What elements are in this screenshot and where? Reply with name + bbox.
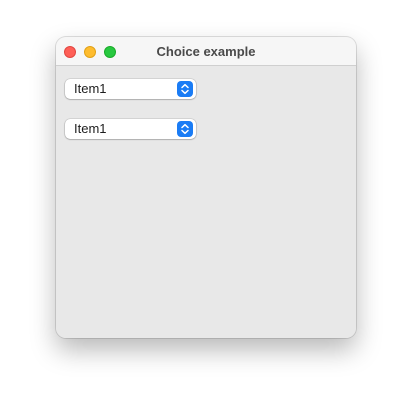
desktop-background: Choice example Item1 Item1: [0, 0, 412, 412]
window-title: Choice example: [156, 44, 256, 59]
choice-dropdown-1[interactable]: Item1: [65, 79, 196, 99]
choice-selected-value: Item1: [74, 121, 107, 136]
choice-selected-value: Item1: [74, 81, 107, 96]
chevron-up-down-icon[interactable]: [177, 81, 193, 97]
choice-dropdown-2[interactable]: Item1: [65, 119, 196, 139]
title-bar[interactable]: Choice example: [56, 37, 356, 66]
app-window: Choice example Item1 Item1: [56, 37, 356, 338]
chevron-up-down-icon[interactable]: [177, 121, 193, 137]
window-content: Item1 Item1: [56, 66, 356, 338]
